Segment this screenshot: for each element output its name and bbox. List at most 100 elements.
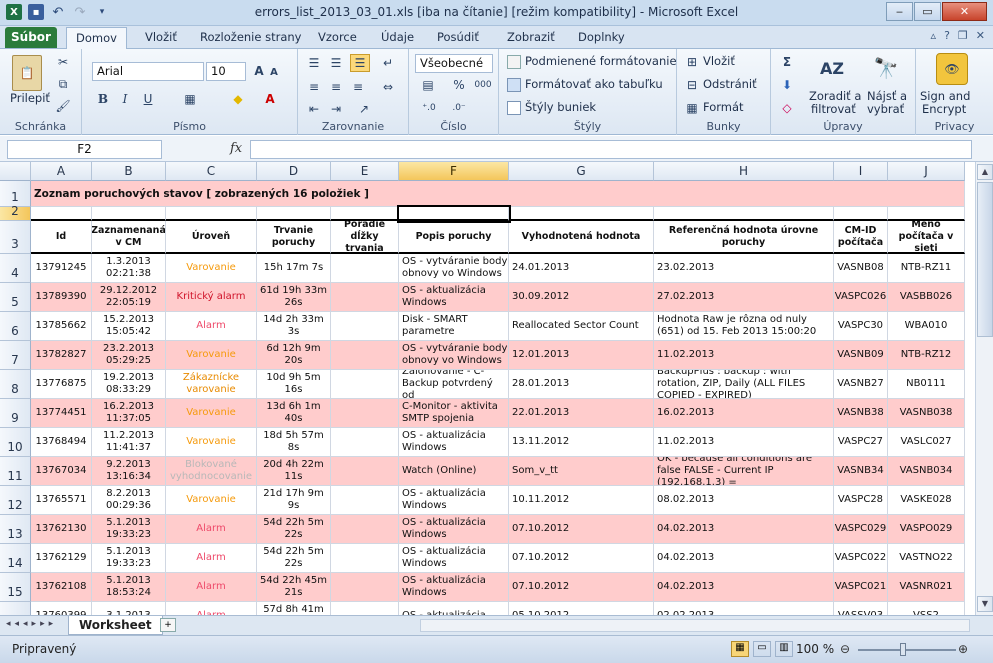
cell-styles-button[interactable]: Štýly buniek	[525, 100, 596, 114]
reference-cell[interactable]: 16.02.2013	[654, 399, 834, 428]
date-cell[interactable]: 5.1.2013 18:53:24	[92, 573, 166, 602]
duration-cell[interactable]: 6d 12h 9m 20s	[257, 341, 331, 370]
zoom-level[interactable]: 100 %	[796, 642, 834, 656]
column-header-g[interactable]: G	[509, 162, 654, 181]
pc-name-cell[interactable]: VASKE028	[888, 486, 965, 515]
normal-view-icon[interactable]: ▦	[731, 641, 749, 657]
value-cell[interactable]: 05.10.2012	[509, 602, 654, 615]
duration-cell[interactable]: 10d 9h 5m 16s	[257, 370, 331, 399]
pc-name-cell[interactable]: VASNB034	[888, 457, 965, 486]
formula-input[interactable]	[250, 140, 972, 159]
date-cell[interactable]: 16.2.2013 11:37:05	[92, 399, 166, 428]
tab-data[interactable]: Údaje	[381, 30, 414, 44]
insert-cells-icon[interactable]: ⊞	[685, 55, 699, 69]
pc-name-cell[interactable]: VASTNO22	[888, 544, 965, 573]
date-cell[interactable]: 5.1.2013 19:33:23	[92, 515, 166, 544]
delete-cells-button[interactable]: Odstrániť	[703, 77, 757, 91]
reference-cell[interactable]: 11.02.2013	[654, 341, 834, 370]
merge-cells-icon[interactable]: ⇔	[378, 79, 398, 95]
row-header[interactable]: 3	[0, 221, 31, 254]
align-left-icon[interactable]: ≡	[306, 79, 322, 95]
pc-name-cell[interactable]: WBA010	[888, 312, 965, 341]
rank-cell[interactable]	[331, 283, 399, 312]
borders-icon[interactable]: ▦	[182, 91, 198, 107]
level-cell[interactable]: Kritický alarm	[166, 283, 257, 312]
rank-cell[interactable]	[331, 312, 399, 341]
row-header[interactable]: 14	[0, 544, 31, 573]
date-cell[interactable]: 23.2.2013 05:29:25	[92, 341, 166, 370]
insert-sheet-icon[interactable]: +	[160, 618, 176, 632]
date-cell[interactable]: 3.1.2013	[92, 602, 166, 615]
rank-cell[interactable]	[331, 457, 399, 486]
cell-styles-icon[interactable]	[507, 101, 521, 115]
cm-id-cell[interactable]: VASNB34	[834, 457, 888, 486]
value-cell[interactable]: 07.10.2012	[509, 515, 654, 544]
help-icon[interactable]: ?	[944, 29, 950, 42]
restore-window-icon[interactable]: ❐	[958, 29, 968, 42]
column-header-a[interactable]: A	[31, 162, 92, 181]
value-cell[interactable]: 12.01.2013	[509, 341, 654, 370]
cm-id-cell[interactable]: VASSV03	[834, 602, 888, 615]
pc-name-cell[interactable]: VASNB038	[888, 399, 965, 428]
pc-name-cell[interactable]: VASPO029	[888, 515, 965, 544]
tab-formulas[interactable]: Vzorce	[318, 30, 357, 44]
cm-id-cell[interactable]: VASPC022	[834, 544, 888, 573]
cm-id-cell[interactable]: VASPC026	[834, 283, 888, 312]
id-cell[interactable]: 13762108	[31, 573, 92, 602]
row-header[interactable]: 9	[0, 399, 31, 428]
tab-file[interactable]: Súbor	[5, 27, 57, 48]
page-break-view-icon[interactable]: ▥	[775, 641, 793, 657]
duration-cell[interactable]: 15h 17m 7s	[257, 254, 331, 283]
rank-cell[interactable]	[331, 341, 399, 370]
wrap-text-icon[interactable]: ↵	[378, 55, 398, 71]
format-cells-icon[interactable]: ▦	[685, 101, 699, 115]
maximize-button[interactable]: ▭	[914, 2, 941, 21]
duration-cell[interactable]: 54d 22h 5m 22s	[257, 544, 331, 573]
align-bottom-icon[interactable]: ☰	[350, 54, 370, 72]
value-cell[interactable]: 07.10.2012	[509, 544, 654, 573]
level-cell[interactable]: Alarm	[166, 573, 257, 602]
row-header[interactable]: 10	[0, 428, 31, 457]
minimize-ribbon-icon[interactable]: ▵	[931, 29, 937, 42]
reference-cell[interactable]: 08.02.2013	[654, 486, 834, 515]
id-cell[interactable]: 13782827	[31, 341, 92, 370]
level-cell[interactable]: Varovanie	[166, 254, 257, 283]
cm-id-cell[interactable]: VASNB27	[834, 370, 888, 399]
level-cell[interactable]: Blokované vyhodnocovanie	[166, 457, 257, 486]
level-cell[interactable]: Varovanie	[166, 399, 257, 428]
row-header[interactable]: 6	[0, 312, 31, 341]
date-cell[interactable]: 9.2.2013 13:16:34	[92, 457, 166, 486]
reference-cell[interactable]: 27.02.2013	[654, 283, 834, 312]
value-cell[interactable]: 24.01.2013	[509, 254, 654, 283]
name-box[interactable]: F2	[7, 140, 162, 159]
description-cell[interactable]: OS - aktualizácia Windows	[399, 515, 509, 544]
date-cell[interactable]: 1.3.2013 02:21:38	[92, 254, 166, 283]
tab-page-layout[interactable]: Rozloženie strany	[200, 30, 301, 44]
id-cell[interactable]: 13767034	[31, 457, 92, 486]
format-as-table-icon[interactable]	[507, 78, 521, 92]
duration-cell[interactable]: 20d 4h 22m 11s	[257, 457, 331, 486]
cm-id-cell[interactable]: VASNB08	[834, 254, 888, 283]
row-header[interactable]: 2	[0, 204, 31, 221]
column-header-c[interactable]: C	[166, 162, 257, 181]
id-cell[interactable]: 13765571	[31, 486, 92, 515]
duration-cell[interactable]: 13d 6h 1m 40s	[257, 399, 331, 428]
level-cell[interactable]: Zákaznícke varovanie	[166, 370, 257, 399]
delete-cells-icon[interactable]: ⊟	[685, 78, 699, 92]
increase-decimal-icon[interactable]: ⁺.0	[419, 101, 439, 115]
row-header[interactable]: 8	[0, 370, 31, 399]
underline-icon[interactable]: U	[140, 91, 156, 107]
description-cell[interactable]: OS - aktualizácia Windows	[399, 428, 509, 457]
id-cell[interactable]: 13789390	[31, 283, 92, 312]
id-cell[interactable]: 13760399	[31, 602, 92, 615]
value-cell[interactable]: 10.11.2012	[509, 486, 654, 515]
rank-cell[interactable]	[331, 370, 399, 399]
pc-name-cell[interactable]: VASLC027	[888, 428, 965, 457]
id-cell[interactable]: 13762129	[31, 544, 92, 573]
orientation-icon[interactable]: ↗	[354, 102, 374, 116]
level-cell[interactable]: Alarm	[166, 515, 257, 544]
zoom-slider-thumb[interactable]	[900, 643, 906, 656]
row-header[interactable]: 16	[0, 602, 31, 615]
paste-icon[interactable]: 📋	[12, 55, 42, 91]
description-cell[interactable]: OS - aktualizácia	[399, 602, 509, 615]
